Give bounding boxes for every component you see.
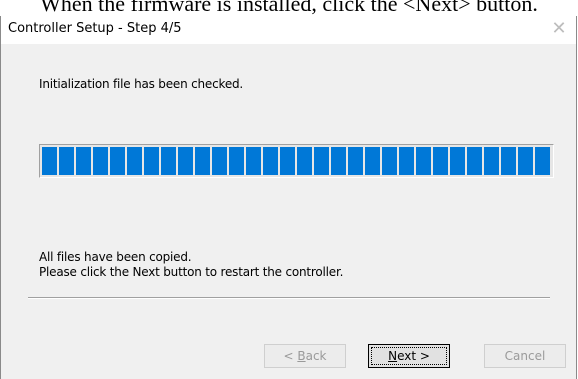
next-button[interactable]: Next > xyxy=(368,344,450,368)
document-caption-text: When the firmware is installed, click th… xyxy=(40,0,538,16)
back-button[interactable]: < Back xyxy=(264,344,346,368)
cancel-button[interactable]: Cancel xyxy=(484,344,566,368)
status-message: Initialization file has been checked. xyxy=(39,77,244,91)
progress-bar xyxy=(39,144,554,178)
completion-line-1: All files have been copied. xyxy=(39,250,192,264)
back-button-prefix: < xyxy=(283,349,298,363)
back-button-rest: ack xyxy=(305,349,327,363)
completion-line-2: Please click the Next button to restart … xyxy=(39,265,344,279)
window-title: Controller Setup - Step 4/5 xyxy=(8,21,182,36)
title-bar[interactable]: Controller Setup - Step 4/5 ✕ xyxy=(1,16,576,44)
close-icon[interactable]: ✕ xyxy=(550,20,568,38)
back-button-mnemonic: B xyxy=(297,349,306,363)
divider xyxy=(28,297,550,299)
completion-message: All files have been copied. Please click… xyxy=(39,250,343,280)
focus-ring xyxy=(371,347,447,365)
progress-fill xyxy=(42,147,551,175)
setup-dialog: Controller Setup - Step 4/5 ✕ Initializa… xyxy=(0,16,577,379)
